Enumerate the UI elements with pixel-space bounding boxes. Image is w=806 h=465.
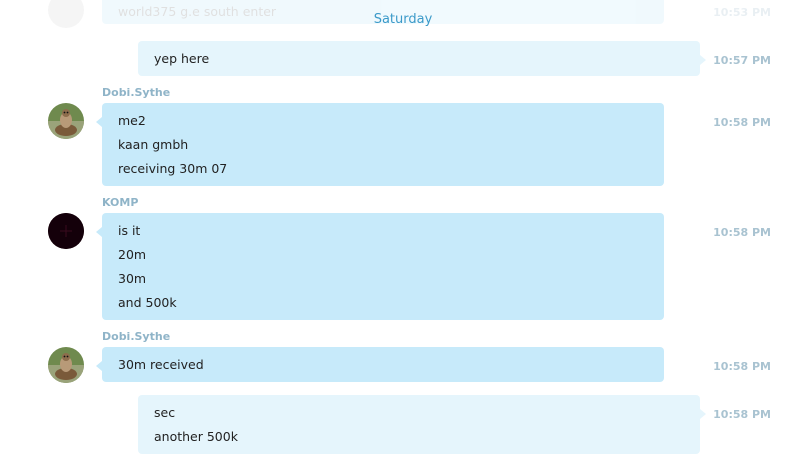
message-bubble-outgoing[interactable]: sec another 500k <box>138 395 706 454</box>
avatar[interactable] <box>48 347 84 383</box>
message-time: 10:57 PM <box>713 54 771 67</box>
message-text: 30m received <box>118 357 204 372</box>
avatar[interactable] <box>48 213 84 249</box>
dobi-avatar-icon <box>48 347 84 383</box>
sender-name[interactable]: KOMP <box>102 196 138 209</box>
message-text: and 500k <box>118 295 177 310</box>
date-separator: Saturday <box>373 12 433 27</box>
dobi-avatar-icon <box>48 103 84 139</box>
message-text: sec <box>154 405 176 420</box>
message-time: 10:58 PM <box>713 116 771 129</box>
message-bubble-incoming[interactable]: 30m received <box>96 347 664 382</box>
message-text: me2 <box>118 113 146 128</box>
avatar[interactable] <box>48 103 84 139</box>
message-text: yep here <box>154 51 210 66</box>
message-bubble-outgoing[interactable]: yep here <box>138 41 706 76</box>
message-time: 10:58 PM <box>713 226 771 239</box>
message-bubble-incoming[interactable]: is it 20m 30m and 500k <box>96 213 664 320</box>
sender-name[interactable]: Dobi.Sythe <box>102 86 170 99</box>
message-text: another 500k <box>154 429 238 444</box>
message-text: 20m <box>118 247 147 262</box>
message-text: receiving 30m 07 <box>118 161 228 176</box>
sender-name[interactable]: Dobi.Sythe <box>102 330 170 343</box>
komp-avatar-icon <box>48 213 84 249</box>
message-time: 10:58 PM <box>713 360 771 373</box>
message-time: 10:58 PM <box>713 408 771 421</box>
message-bubble-incoming[interactable]: me2 kaan gmbh receiving 30m 07 <box>96 103 664 186</box>
message-text: kaan gmbh <box>118 137 189 152</box>
message-text: 30m <box>118 271 147 286</box>
message-text: is it <box>118 223 141 238</box>
